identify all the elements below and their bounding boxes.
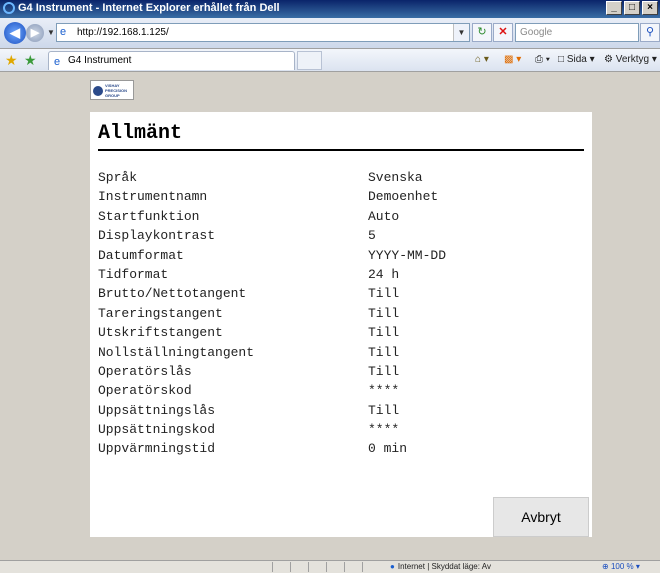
feeds-icon[interactable]: ▩ ▾ xyxy=(504,52,521,68)
search-icon[interactable]: ⚲ xyxy=(640,23,660,42)
setting-value: 5 xyxy=(368,228,376,244)
setting-key: Operatörskod xyxy=(98,383,192,399)
settings-row[interactable]: Startfunktion Auto xyxy=(98,207,568,226)
setting-key: Tidformat xyxy=(98,266,169,282)
page-title: Allmänt xyxy=(98,122,183,145)
setting-key: Tareringstangent xyxy=(98,305,223,321)
status-divider xyxy=(290,562,291,572)
refresh-button[interactable]: ↻ xyxy=(472,23,492,42)
print-icon[interactable]: ⎙ ▾ xyxy=(535,52,550,68)
setting-key: Datumformat xyxy=(98,247,184,263)
minimize-button[interactable]: _ xyxy=(606,1,622,15)
company-logo: VISHAY PRECISION GROUP xyxy=(90,80,134,100)
tab-g4-instrument[interactable]: e G4 Instrument xyxy=(48,51,295,70)
setting-key: Uppvärmningstid xyxy=(98,441,216,457)
globe-icon: ● xyxy=(390,562,395,571)
window-controls: _ □ × xyxy=(606,1,658,15)
title-divider xyxy=(98,149,584,151)
setting-key: Startfunktion xyxy=(98,208,200,224)
setting-value: Till xyxy=(368,305,400,321)
page-menu[interactable]: □ Sida ▾ xyxy=(558,52,595,68)
setting-value: Till xyxy=(368,325,400,341)
favorites-star-icon[interactable]: ★ xyxy=(5,52,18,68)
setting-key: Utskriftstangent xyxy=(98,325,223,341)
tools-menu-label: Verktyg xyxy=(615,54,650,65)
new-tab-button[interactable] xyxy=(297,51,322,70)
status-divider xyxy=(308,562,309,572)
internet-explorer-icon xyxy=(3,2,15,14)
logo-text: VISHAY PRECISION GROUP xyxy=(105,83,128,98)
settings-row[interactable]: Instrumentnamn Demoenhet xyxy=(98,187,568,206)
setting-value: 24 h xyxy=(368,266,400,282)
settings-row[interactable]: Språk Svenska xyxy=(98,168,568,187)
settings-panel: Allmänt Språk Svenska Instrumentnamn Demoe… xyxy=(90,112,592,537)
settings-row[interactable]: Utskriftstangent Till xyxy=(98,323,568,342)
setting-value: Till xyxy=(368,344,400,360)
status-divider xyxy=(344,562,345,572)
cancel-button[interactable]: Avbryt xyxy=(493,497,589,537)
page-menu-label: Sida xyxy=(566,54,587,65)
setting-key: Nollställningtangent xyxy=(98,344,255,360)
status-divider xyxy=(326,562,327,572)
setting-key: Operatörslås xyxy=(98,363,192,379)
settings-row[interactable]: Uppvärmningstid 0 min xyxy=(98,439,568,458)
status-divider xyxy=(272,562,273,572)
address-toolbar: ◀ ▶ ▼ e http://192.168.1.125/ ▼ ↻ ✕ Goog… xyxy=(0,18,660,49)
security-zone[interactable]: ● Internet | Skyddat läge: Av xyxy=(390,561,491,573)
tab-bar: ★ ★ e G4 Instrument ⌂ ▾ ▩ ▾ ⎙ ▾ □ Sida ▾… xyxy=(0,49,660,72)
forward-button[interactable]: ▶ xyxy=(26,24,44,42)
page-icon: e xyxy=(54,56,61,68)
zoom-level[interactable]: ⊕ 100 % ▾ xyxy=(602,561,640,573)
setting-value: **** xyxy=(368,422,400,438)
settings-row[interactable]: Nollställningtangent Till xyxy=(98,343,568,362)
settings-row[interactable]: Tidformat 24 h xyxy=(98,265,568,284)
setting-key: Displaykontrast xyxy=(98,228,216,244)
setting-value: Till xyxy=(368,286,400,302)
setting-value: YYYY-MM-DD xyxy=(368,247,447,263)
tab-label: G4 Instrument xyxy=(68,55,132,66)
window-title: G4 Instrument - Internet Explorer erhåll… xyxy=(18,2,280,14)
setting-value: Auto xyxy=(368,208,400,224)
setting-value: Svenska xyxy=(368,170,423,185)
setting-value: Till xyxy=(368,402,400,418)
recent-pages-dropdown-icon[interactable]: ▼ xyxy=(47,28,55,37)
settings-row[interactable]: Uppsättningskod **** xyxy=(98,420,568,439)
url-text[interactable]: http://192.168.1.125/ xyxy=(77,24,169,41)
address-field[interactable]: e http://192.168.1.125/ ▼ xyxy=(56,23,470,42)
setting-value: Demoenhet xyxy=(368,189,439,205)
settings-row[interactable]: Tareringstangent Till xyxy=(98,304,568,323)
settings-row[interactable]: Uppsättningslås Till xyxy=(98,401,568,420)
stop-button[interactable]: ✕ xyxy=(493,23,513,42)
window-titlebar: G4 Instrument - Internet Explorer erhåll… xyxy=(0,0,660,18)
setting-key: Uppsättningslås xyxy=(98,402,216,418)
settings-row[interactable]: Brutto/Nettotangent Till xyxy=(98,284,568,303)
back-button[interactable]: ◀ xyxy=(4,22,26,44)
settings-row[interactable]: Operatörskod **** xyxy=(98,381,568,400)
setting-value: **** xyxy=(368,383,400,399)
setting-value: 0 min xyxy=(368,441,408,457)
settings-row[interactable]: Operatörslås Till xyxy=(98,362,568,381)
tools-menu[interactable]: ⚙ Verktyg ▾ xyxy=(604,52,657,68)
page-icon: e xyxy=(60,26,67,38)
settings-list: Språk Svenska Instrumentnamn Demoenhet Sta… xyxy=(98,168,568,459)
page-content: VISHAY PRECISION GROUP Allmänt Språk Sven… xyxy=(0,72,660,560)
add-favorite-icon[interactable]: ★ xyxy=(24,52,37,68)
logo-mark xyxy=(93,86,103,96)
settings-row[interactable]: Datumformat YYYY-MM-DD xyxy=(98,246,568,265)
maximize-button[interactable]: □ xyxy=(624,1,640,15)
settings-row[interactable]: Displaykontrast 5 xyxy=(98,226,568,245)
setting-value: Till xyxy=(368,363,400,379)
setting-key: Instrumentnamn xyxy=(98,189,208,205)
setting-key: Uppsättningskod xyxy=(98,422,216,438)
close-button[interactable]: × xyxy=(642,1,658,15)
status-bar: ● Internet | Skyddat läge: Av ⊕ 100 % ▾ xyxy=(0,560,660,573)
home-icon[interactable]: ⌂ ▾ xyxy=(475,52,489,68)
chevron-down-icon[interactable]: ▼ xyxy=(453,24,469,41)
security-zone-text: Internet | Skyddat läge: Av xyxy=(397,562,491,571)
setting-key: Språk xyxy=(98,170,138,185)
search-input[interactable]: Google xyxy=(515,23,639,42)
status-divider xyxy=(362,562,363,572)
zoom-text: 100 % xyxy=(610,562,634,571)
setting-key: Brutto/Nettotangent xyxy=(98,286,247,302)
